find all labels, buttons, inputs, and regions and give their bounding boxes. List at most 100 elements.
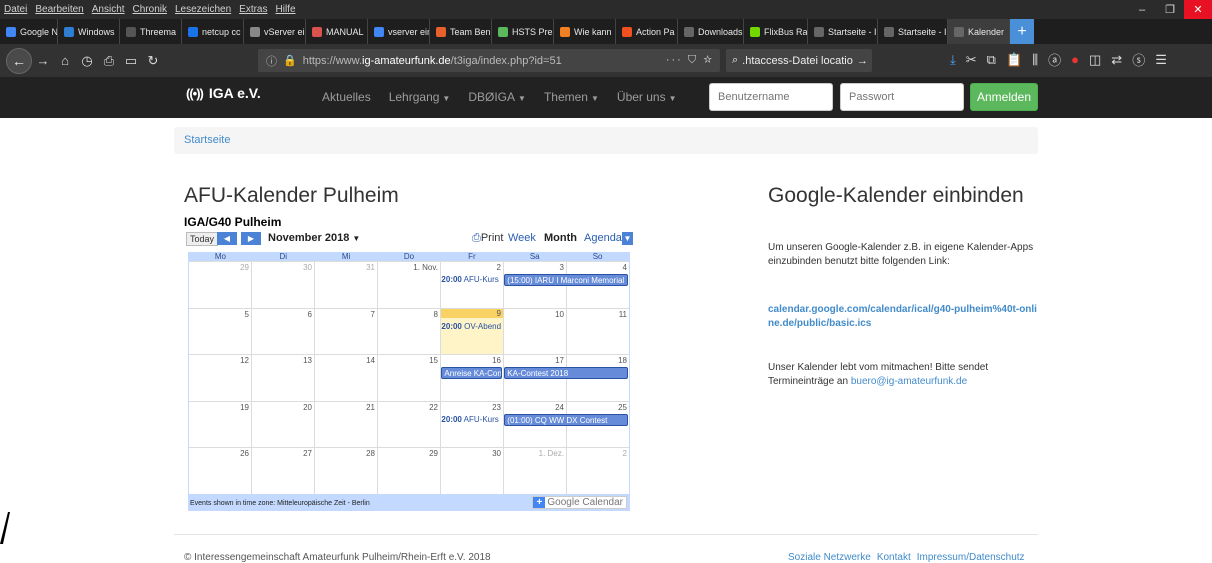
next-month-icon[interactable]: ▶ [241, 232, 261, 245]
browser-tab[interactable]: Team Ben [430, 19, 492, 44]
google-calendar-button[interactable]: + Google Calendar [532, 496, 627, 509]
browser-tab[interactable]: Startseite - Inte [808, 19, 878, 44]
new-tab-icon[interactable]: + [1010, 19, 1034, 44]
print-link[interactable]: ⎙Print [472, 232, 503, 245]
calendar-day-cell[interactable]: 29 [189, 262, 251, 308]
browser-tab[interactable]: Startseite - Inte [878, 19, 948, 44]
minimize-icon[interactable]: – [1128, 0, 1156, 19]
amazon-icon[interactable]: ⓐ [1048, 50, 1061, 69]
browser-tab[interactable]: Threema [120, 19, 182, 44]
browser-tab[interactable]: HSTS Prel [492, 19, 554, 44]
extension-s-icon[interactable]: ⓢ [1132, 50, 1145, 69]
menu-extras[interactable]: Extras [235, 4, 271, 15]
download-icon[interactable]: ⤓ [950, 52, 956, 68]
calendar-day-cell[interactable]: 31 [314, 262, 377, 308]
calendar-day-cell[interactable]: 22 [377, 401, 440, 447]
url-bar[interactable]: ⓘ 🔒 https://www. ig-amateurfunk.de/t3iga/… [258, 49, 720, 72]
calendar-day-cell[interactable]: 12 [189, 355, 251, 401]
calendar-event[interactable]: Anreise KA-Contest [441, 367, 503, 379]
extension-red-icon[interactable]: ● [1071, 52, 1079, 67]
paste-icon[interactable]: 📋 [1006, 52, 1022, 68]
nav-item[interactable]: Themen ▼ [544, 90, 599, 104]
calendar-event[interactable]: (15:00) IARU I Marconi Memorial [504, 274, 628, 286]
prev-month-icon[interactable]: ◀ [217, 232, 237, 245]
info-icon[interactable]: ⓘ [266, 53, 277, 69]
tab-week[interactable]: Week [508, 232, 536, 244]
browser-tab[interactable]: Kalender✕ [948, 19, 1010, 44]
nav-item[interactable]: Über uns ▼ [617, 90, 677, 104]
calendar-day-cell[interactable]: 10 [503, 308, 566, 354]
back-button[interactable]: ← [6, 47, 32, 74]
footer-link-social[interactable]: Soziale Netzwerke [788, 552, 871, 563]
menu-ansicht[interactable]: Ansicht [88, 4, 129, 15]
today-button[interactable]: Today [186, 232, 219, 246]
reload-icon[interactable]: ↻ [142, 50, 164, 72]
menu-datei[interactable]: Datei [0, 4, 31, 15]
menu-hilfe[interactable]: Hilfe [272, 4, 300, 15]
login-button[interactable]: Anmelden [970, 83, 1038, 111]
month-selector[interactable]: November 2018 ▼ [268, 232, 360, 244]
restore-icon[interactable]: ❐ [1156, 0, 1184, 19]
menu-lesezeichen[interactable]: Lesezeichen [171, 4, 235, 15]
menu-icon[interactable]: ☰ [1155, 52, 1167, 68]
copy-icon[interactable]: ⧉ [987, 52, 996, 68]
browser-tab[interactable]: vServer einrich [244, 19, 306, 44]
menu-bearbeiten[interactable]: Bearbeiten [31, 4, 87, 15]
menu-chronik[interactable]: Chronik [129, 4, 171, 15]
history-icon[interactable]: ◷ [76, 50, 98, 72]
search-bar[interactable]: ⌕ .htaccess-Datei locatio → [726, 49, 872, 72]
password-input[interactable] [840, 83, 964, 111]
calendar-event[interactable]: 20:00 OV-Abend [441, 321, 502, 333]
username-input[interactable] [709, 83, 833, 111]
calendar-day-cell[interactable]: 26 [189, 448, 251, 494]
calendar-day-cell[interactable]: 6 [251, 308, 314, 354]
calendar-event[interactable]: KA-Contest 2018 [504, 367, 628, 379]
browser-tab[interactable]: MANUAL [306, 19, 368, 44]
calendar-day-cell[interactable]: 13 [251, 355, 314, 401]
calendar-day-cell[interactable]: 8 [377, 308, 440, 354]
breadcrumb-home-link[interactable]: Startseite [184, 134, 230, 146]
calendar-day-cell[interactable]: 11 [566, 308, 629, 354]
browser-tab[interactable]: Google Ne [0, 19, 58, 44]
browser-tab[interactable]: Downloads [678, 19, 744, 44]
tab-agenda[interactable]: Agenda [584, 232, 622, 244]
calendar-event[interactable]: (01:00) CQ WW DX Contest [504, 413, 628, 426]
calendar-day-cell[interactable]: 20 [251, 401, 314, 447]
print-icon[interactable]: ⎙ [98, 50, 120, 72]
home-icon[interactable]: ⌂ [54, 50, 76, 72]
browser-tab[interactable]: vserver ein [368, 19, 430, 44]
calendar-day-cell[interactable]: 15 [377, 355, 440, 401]
nav-item[interactable]: DBØIGA ▼ [468, 90, 526, 104]
email-link[interactable]: buero@ig-amateurfunk.de [851, 376, 967, 387]
search-go-icon[interactable]: → [857, 55, 868, 67]
calendar-day-cell[interactable]: 29 [377, 448, 440, 494]
calendar-event[interactable]: 20:00 AFU-Kurs [441, 414, 502, 426]
calendar-day-cell[interactable]: 5 [189, 309, 251, 355]
cut-icon[interactable]: ✂ [966, 52, 977, 68]
calendar-day-cell[interactable]: 30 [440, 448, 503, 494]
browser-tab[interactable]: Wie kann [554, 19, 616, 44]
tab-month[interactable]: Month [544, 232, 577, 244]
calendar-day-cell[interactable]: 27 [251, 448, 314, 494]
calendar-day-cell[interactable]: 30 [251, 262, 314, 308]
agenda-dropdown-icon[interactable]: ▼ [622, 232, 633, 245]
footer-link-imprint[interactable]: Impressum/Datenschutz [917, 552, 1025, 563]
calendar-day-cell[interactable]: 19 [189, 402, 251, 448]
footer-link-contact[interactable]: Kontakt [877, 552, 911, 563]
calendar-day-cell[interactable]: 28 [314, 448, 377, 494]
nav-item[interactable]: Lehrgang ▼ [389, 90, 451, 104]
page-actions-icon[interactable]: ··· ⛉ ☆ [666, 54, 714, 67]
close-window-icon[interactable]: ✕ [1184, 0, 1212, 19]
calendar-day-cell[interactable]: 2 [566, 448, 629, 494]
calendar-day-cell[interactable]: 7 [314, 308, 377, 354]
ical-link[interactable]: calendar.google.com/calendar/ical/g40-pu… [768, 303, 1040, 331]
browser-tab[interactable]: netcup cc [182, 19, 244, 44]
site-logo[interactable]: ((•)) IGA e.V. [186, 85, 261, 101]
sync-icon[interactable]: ⇄ [1111, 52, 1122, 68]
sidebar-icon[interactable]: ◫ [1089, 52, 1101, 68]
browser-tab[interactable]: FlixBus Ra [744, 19, 808, 44]
browser-tab[interactable]: Windows [58, 19, 120, 44]
browser-tab[interactable]: Action Pa [616, 19, 678, 44]
calendar-day-cell[interactable]: 1. Nov. [377, 262, 440, 308]
library-icon[interactable]: ⫼ [1032, 52, 1038, 68]
